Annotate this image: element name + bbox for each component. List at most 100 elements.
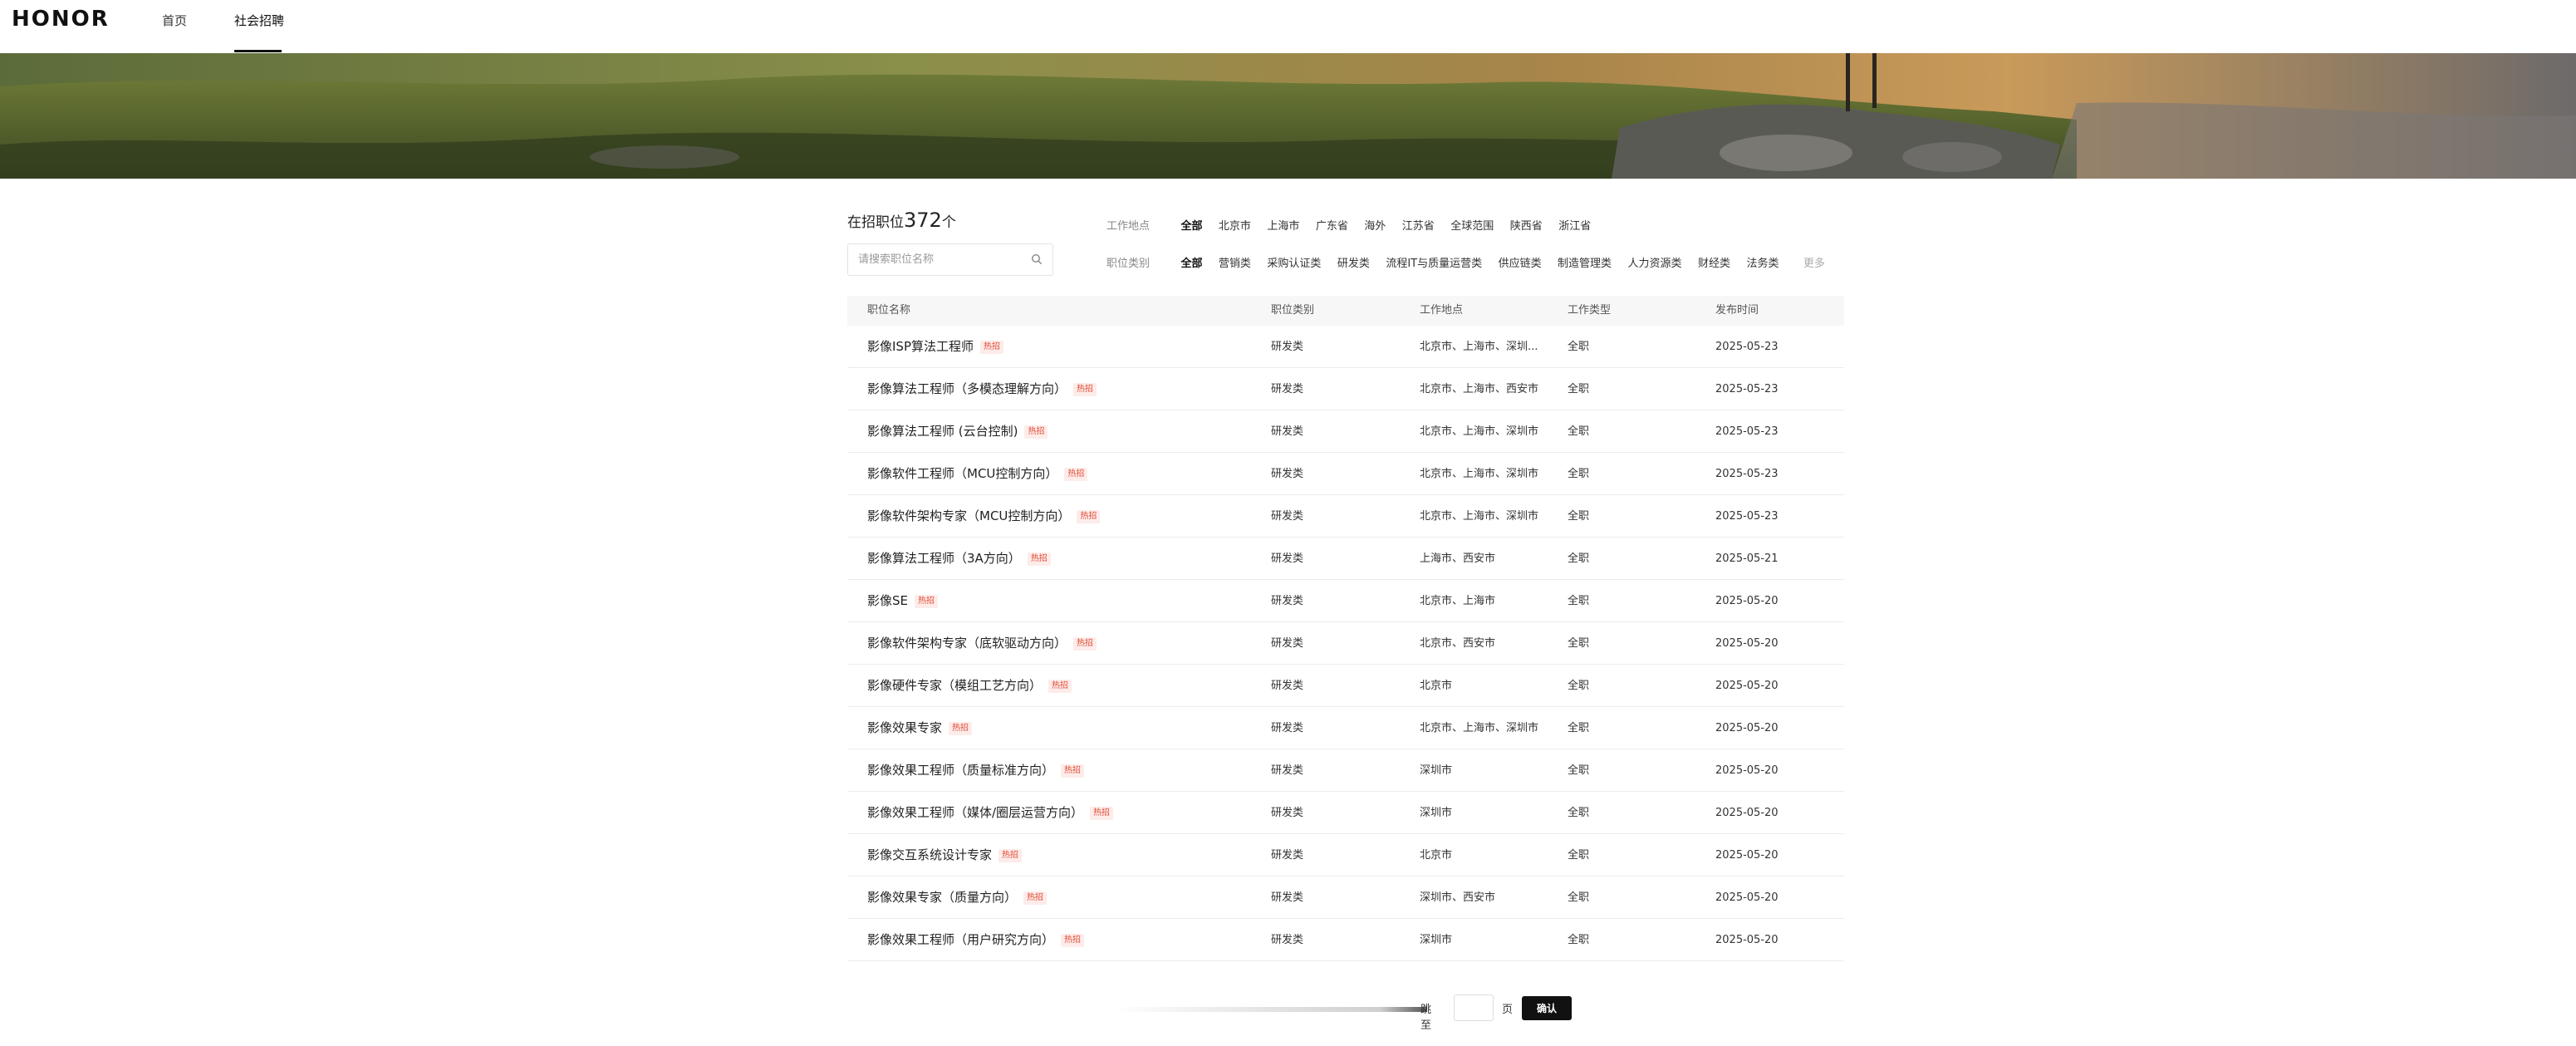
job-title[interactable]: 影像软件架构专家（底软驱动方向）	[867, 636, 1067, 651]
job-location: 北京市	[1420, 849, 1453, 862]
hot-badge: 热招	[1064, 467, 1088, 481]
category-opt-finance[interactable]: 财经类	[1698, 254, 1730, 270]
job-title[interactable]: 影像效果专家（质量方向）	[867, 890, 1017, 905]
header-name: 职位名称	[867, 304, 911, 317]
table-row[interactable]: 影像软件架构专家（MCU控制方向） 热招 研发类 北京市、上海市、深圳市 全职 2025-…	[847, 495, 1844, 538]
table-row[interactable]: 影像交互系统设计专家 热招 研发类 北京市 全职 2025-05-20	[847, 834, 1844, 877]
category-opt-legal[interactable]: 法务类	[1746, 254, 1779, 270]
job-title[interactable]: 影像软件架构专家（MCU控制方向）	[867, 508, 1070, 523]
category-opt-supply-chain[interactable]: 供应链类	[1499, 254, 1542, 270]
location-opt-guangdong[interactable]: 广东省	[1316, 217, 1348, 233]
header-type: 工作类型	[1568, 304, 1612, 317]
job-title[interactable]: 影像效果工程师（用户研究方向）	[867, 932, 1054, 947]
job-category: 研发类	[1271, 552, 1304, 565]
job-title[interactable]: 影像算法工程师 (云台控制)	[867, 424, 1018, 439]
hot-badge: 热招	[1061, 764, 1085, 778]
location-opt-beijing[interactable]: 北京市	[1219, 217, 1251, 233]
location-opt-overseas[interactable]: 海外	[1364, 217, 1386, 233]
job-location: 深圳市	[1420, 764, 1453, 777]
category-opt-procurement[interactable]: 采购认证类	[1267, 254, 1321, 270]
table-row[interactable]: 影像效果专家（质量方向） 热招 研发类 深圳市、西安市 全职 2025-05-20	[847, 877, 1844, 919]
table-row[interactable]: 影像效果工程师（用户研究方向） 热招 研发类 深圳市 全职 2025-05-20	[847, 919, 1844, 961]
location-opt-all[interactable]: 全部	[1180, 217, 1202, 233]
job-location: 北京市、上海市、深圳市	[1420, 510, 1539, 523]
table-row[interactable]: 影像效果工程师（质量标准方向） 热招 研发类 深圳市 全职 2025-05-20	[847, 749, 1844, 792]
job-date: 2025-05-21	[1715, 552, 1779, 565]
job-name-cell: 影像ISP算法工程师 热招	[867, 326, 1003, 368]
location-opt-shanghai[interactable]: 上海市	[1267, 217, 1299, 233]
table-row[interactable]: 影像算法工程师（3A方向） 热招 研发类 上海市、西安市 全职 2025-05-21	[847, 538, 1844, 580]
job-search-box	[847, 243, 1053, 276]
hot-badge: 热招	[1027, 552, 1051, 566]
job-name-cell: 影像效果工程师（质量标准方向） 热招	[867, 749, 1085, 792]
job-date: 2025-05-20	[1715, 680, 1779, 692]
job-type: 全职	[1568, 722, 1590, 734]
job-title[interactable]: 影像算法工程师（3A方向）	[867, 551, 1021, 566]
category-opt-process-it[interactable]: 流程IT与质量运营类	[1386, 254, 1482, 270]
jump-to-label: 跳至	[1420, 1004, 1432, 1032]
category-opt-marketing[interactable]: 营销类	[1219, 254, 1251, 270]
page-unit-label: 页	[1502, 1004, 1514, 1016]
job-title[interactable]: 影像效果工程师（质量标准方向）	[867, 763, 1054, 778]
location-opt-shaanxi[interactable]: 陕西省	[1510, 217, 1543, 233]
table-row[interactable]: 影像硬件专家（模组工艺方向） 热招 研发类 北京市 全职 2025-05-20	[847, 665, 1844, 707]
job-title[interactable]: 影像效果专家	[867, 720, 942, 735]
table-row[interactable]: 影像软件架构专家（底软驱动方向） 热招 研发类 北京市、西安市 全职 2025-05-20	[847, 622, 1844, 665]
table-row[interactable]: 影像SE 热招 研发类 北京市、上海市 全职 2025-05-20	[847, 580, 1844, 622]
hot-badge: 热招	[999, 848, 1023, 862]
category-opt-hr[interactable]: 人力资源类	[1628, 254, 1682, 270]
job-location: 北京市、上海市、西安市	[1420, 383, 1539, 395]
job-name-cell: 影像算法工程师（多模态理解方向） 热招	[867, 368, 1097, 410]
job-category: 研发类	[1271, 807, 1304, 819]
location-opt-zhejiang[interactable]: 浙江省	[1558, 217, 1591, 233]
job-title[interactable]: 影像交互系统设计专家	[867, 847, 992, 862]
location-opt-jiangsu[interactable]: 江苏省	[1402, 217, 1435, 233]
honor-logo[interactable]: HONOR	[12, 7, 110, 32]
job-type: 全职	[1568, 425, 1590, 438]
job-title[interactable]: 影像效果工程师（媒体/圈层运营方向）	[867, 805, 1083, 820]
job-name-cell: 影像软件架构专家（MCU控制方向） 热招	[867, 495, 1101, 538]
hot-badge: 热招	[980, 340, 1003, 354]
page-number-input[interactable]	[1454, 994, 1494, 1021]
nav-social-recruitment[interactable]: 社会招聘	[234, 12, 284, 29]
table-row[interactable]: 影像效果专家 热招 研发类 北京市、上海市、深圳市 全职 2025-05-20	[847, 707, 1844, 749]
category-opt-rnd[interactable]: 研发类	[1337, 254, 1370, 270]
table-row[interactable]: 影像算法工程师（多模态理解方向） 热招 研发类 北京市、上海市、西安市 全职 2025-0…	[847, 368, 1844, 410]
location-filter-label: 工作地点	[1106, 220, 1151, 233]
count-suffix: 个	[941, 214, 956, 231]
job-date: 2025-05-20	[1715, 849, 1779, 862]
job-type: 全职	[1568, 934, 1590, 946]
job-location: 北京市、上海市、深圳市	[1420, 722, 1539, 734]
job-location: 北京市	[1420, 680, 1453, 692]
job-name-cell: 影像软件架构专家（底软驱动方向） 热招	[867, 622, 1097, 665]
nav-home[interactable]: 首页	[162, 12, 187, 29]
category-filter-label: 职位类别	[1106, 258, 1151, 270]
hot-badge: 热招	[1024, 425, 1048, 439]
category-opt-all[interactable]: 全部	[1180, 254, 1202, 270]
search-icon[interactable]	[1031, 253, 1043, 265]
job-name-cell: 影像效果工程师（用户研究方向） 热招	[867, 919, 1085, 961]
job-title[interactable]: 影像算法工程师（多模态理解方向）	[867, 381, 1067, 396]
job-title[interactable]: 影像ISP算法工程师	[867, 339, 974, 354]
job-title[interactable]: 影像软件工程师（MCU控制方向）	[867, 466, 1057, 481]
category-more-link[interactable]: 更多	[1803, 254, 1825, 270]
job-type: 全职	[1568, 680, 1590, 692]
table-row[interactable]: 影像ISP算法工程师 热招 研发类 北京市、上海市、深圳... 全职 2025-05-23	[847, 326, 1844, 368]
job-search-input[interactable]	[848, 244, 1014, 275]
nav-active-indicator	[234, 50, 282, 52]
job-name-cell: 影像效果工程师（媒体/圈层运营方向） 热招	[867, 792, 1114, 834]
confirm-button[interactable]: 确认	[1522, 996, 1572, 1020]
table-row[interactable]: 影像效果工程师（媒体/圈层运营方向） 热招 研发类 深圳市 全职 2025-05-20	[847, 792, 1844, 834]
job-type: 全职	[1568, 891, 1590, 904]
job-date: 2025-05-20	[1715, 637, 1779, 650]
job-title[interactable]: 影像SE	[867, 593, 908, 608]
job-name-cell: 影像交互系统设计专家 热招	[867, 834, 1023, 877]
location-opt-global[interactable]: 全球范围	[1450, 217, 1494, 233]
job-title[interactable]: 影像硬件专家（模组工艺方向）	[867, 678, 1042, 693]
table-row[interactable]: 影像软件工程师（MCU控制方向） 热招 研发类 北京市、上海市、深圳市 全职 2025-0…	[847, 453, 1844, 495]
job-category: 研发类	[1271, 849, 1304, 862]
category-opt-manufacturing[interactable]: 制造管理类	[1558, 254, 1612, 270]
job-location: 北京市、上海市	[1420, 595, 1496, 607]
table-row[interactable]: 影像算法工程师 (云台控制) 热招 研发类 北京市、上海市、深圳市 全职 2025-05-…	[847, 410, 1844, 453]
job-type: 全职	[1568, 595, 1590, 607]
